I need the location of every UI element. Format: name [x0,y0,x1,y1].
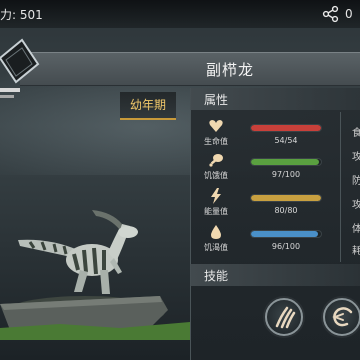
drumstick-icon [209,154,223,167]
dinosaur-model [0,210,190,340]
lightning-icon [211,188,221,204]
back-emblem-icon[interactable] [0,38,40,108]
power-display: 力: 501 [0,6,43,23]
skills-header: 技能 [190,264,360,286]
growth-stage-tab[interactable]: 幼年期 [120,92,176,120]
stat-label: 饥渴值 [204,243,228,252]
power-label: 力: 501 [0,8,43,22]
stat-label: 能量值 [204,207,228,216]
stat-value: 80/80 [274,206,298,215]
claw-slash-icon [275,306,296,329]
top-resource-bar: 力: 501 0 [0,0,360,28]
side-label: 防 [352,176,360,187]
attributes-header: 属性 [190,88,360,110]
side-label: 食 [352,128,360,139]
share-count: 0 [345,7,353,21]
bar-fill [251,231,319,237]
stat-value: 54/54 [274,136,298,145]
water-drop-icon [211,225,221,239]
health-bar [250,124,322,132]
share-icon [322,5,339,23]
swirl-icon [332,307,353,327]
bar-fill [251,195,321,201]
column-divider [340,112,341,262]
growth-stage-label: 幼年期 [129,98,166,112]
stat-value: 97/100 [271,170,301,179]
energy-bar [250,194,322,202]
side-label: 体 [352,224,360,235]
stat-health: 生命值 54/54 [200,118,340,152]
attributes-title: 属性 [204,93,229,107]
side-label: 攻 [352,152,360,163]
skill-button-claw[interactable] [265,298,303,336]
stat-value: 96/100 [271,242,301,251]
stat-hunger: 饥饿值 97/100 [200,152,340,186]
thirst-bar [250,230,322,238]
creature-name: 副栉龙 [205,61,254,79]
bar-fill [251,159,319,165]
side-label: 攻 [352,200,360,211]
stat-label: 饥饿值 [204,171,228,180]
hunger-bar [250,158,322,166]
share-counter[interactable]: 0 [322,4,353,24]
skill-button-swirl[interactable] [323,298,360,336]
heart-icon [209,120,223,132]
side-label: 耗 [352,246,360,257]
name-banner [20,52,360,86]
bar-fill [251,125,321,131]
skills-title: 技能 [204,269,229,283]
stat-energy: 能量值 80/80 [200,188,340,222]
stat-thirst: 饥渴值 96/100 [200,224,340,258]
stat-label: 生命值 [204,137,228,146]
